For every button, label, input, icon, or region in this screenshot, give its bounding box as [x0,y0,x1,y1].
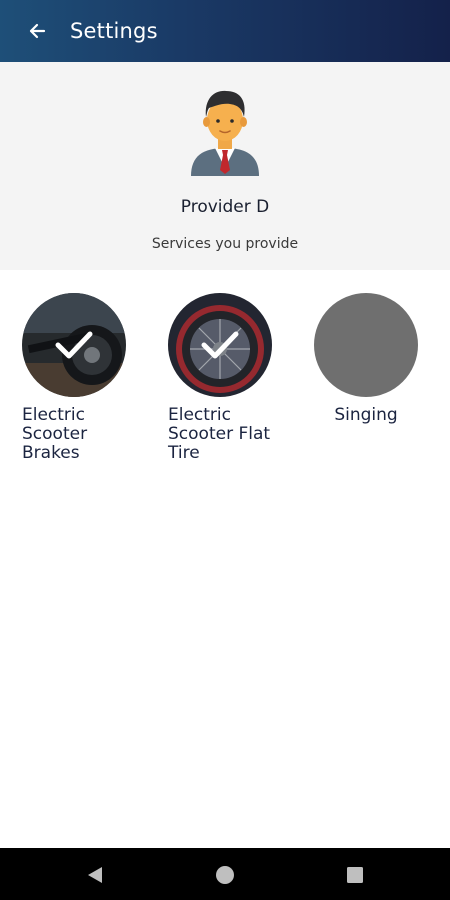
businessman-avatar-icon [191,90,259,176]
triangle-back-icon [88,867,102,883]
provider-name: Provider D [180,197,270,217]
service-label: Electric Scooter Brakes [22,405,88,463]
back-button[interactable] [20,14,54,48]
nav-recents-button[interactable] [340,860,370,890]
nav-back-button[interactable] [80,860,110,890]
system-nav-bar [0,848,450,900]
service-label: Singing [334,405,398,425]
arrow-left-icon [29,23,46,39]
service-item-electric-scooter-brakes[interactable]: Electric Scooter Brakes [22,293,138,463]
service-item-electric-scooter-flat-tire[interactable]: Electric Scooter Flat Tire [168,293,284,463]
page-title: Settings [70,19,158,43]
checkmark-icon [22,293,126,397]
nav-home-button[interactable] [210,860,240,890]
grey-placeholder [314,293,418,397]
electric-scooter-wheel-photo [22,293,126,397]
bike-flat-tire-photo [168,293,272,397]
checkmark-icon [168,293,272,397]
square-recents-icon [347,867,363,883]
app-bar: Settings [0,0,450,62]
service-label: Electric Scooter Flat Tire [168,405,271,463]
service-item-singing[interactable]: Singing [314,293,430,425]
circle-home-icon [216,866,234,884]
profile-header: Provider D Services you provide [0,62,450,270]
services-caption: Services you provide [151,236,299,252]
